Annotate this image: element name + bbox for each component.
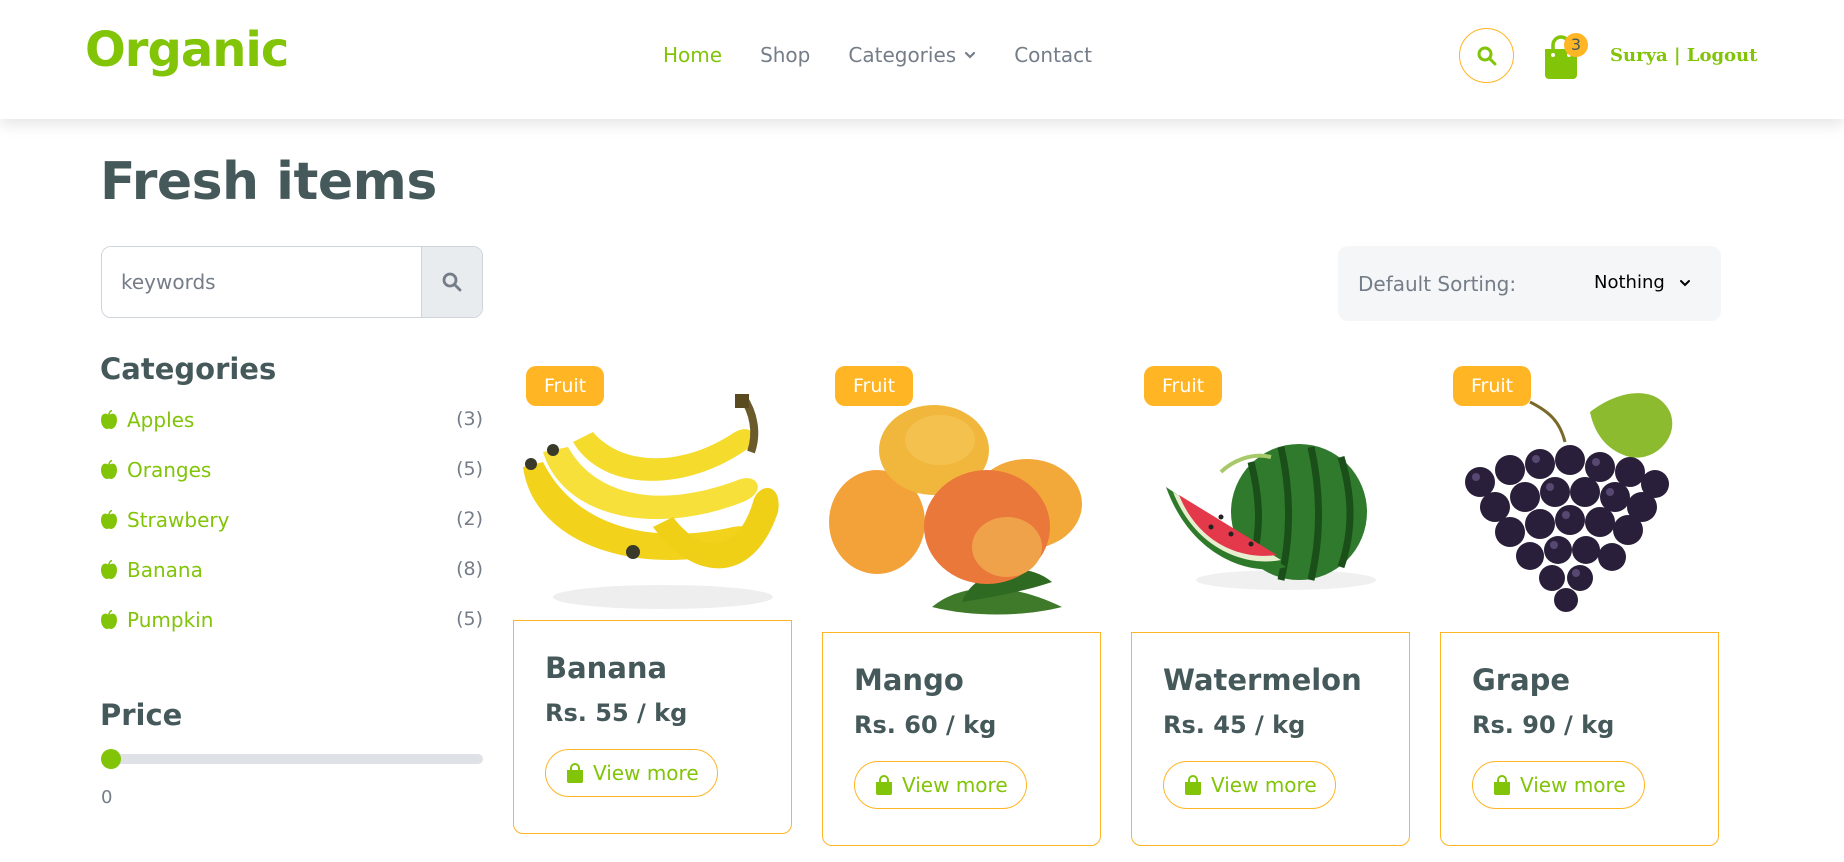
view-more-button[interactable]: View more xyxy=(1163,761,1336,809)
view-more-label: View more xyxy=(593,761,699,785)
product-card-body: Grape Rs. 90 / kg View more xyxy=(1440,632,1719,846)
product-name: Watermelon xyxy=(1163,663,1362,697)
chevron-down-icon xyxy=(965,51,976,59)
user-name-link[interactable]: Surya xyxy=(1610,45,1668,66)
product-card-body: Banana Rs. 55 / kg View more xyxy=(513,620,792,834)
category-link[interactable]: Banana xyxy=(100,558,203,582)
price-range-track[interactable] xyxy=(101,754,483,764)
category-label: Pumpkin xyxy=(127,608,214,632)
nav-link-home[interactable]: Home xyxy=(663,43,722,67)
search-icon xyxy=(1477,46,1496,65)
category-count: (2) xyxy=(456,508,483,530)
category-count: (5) xyxy=(456,608,483,630)
user-links: Surya | Logout xyxy=(1610,45,1757,66)
product-price: Rs. 45 / kg xyxy=(1163,711,1306,739)
page-title: Fresh items xyxy=(100,152,437,212)
category-count: (5) xyxy=(456,458,483,480)
shopping-bag-icon xyxy=(1494,775,1510,795)
category-link[interactable]: Strawbery xyxy=(100,508,229,532)
product-tag: Fruit xyxy=(835,366,914,406)
product-tag: Fruit xyxy=(1453,366,1532,406)
view-more-label: View more xyxy=(902,773,1008,797)
categories-heading: Categories xyxy=(100,352,277,386)
view-more-button[interactable]: View more xyxy=(854,761,1027,809)
category-link[interactable]: Apples xyxy=(100,408,194,432)
price-range-thumb[interactable] xyxy=(101,749,121,769)
price-heading: Price xyxy=(100,698,183,732)
product-card-body: Mango Rs. 60 / kg View more xyxy=(822,632,1101,846)
nav-link-contact[interactable]: Contact xyxy=(1014,43,1092,67)
category-item-pumpkin: Pumpkin (5) xyxy=(100,608,483,658)
product-name: Banana xyxy=(545,651,668,685)
category-label: Oranges xyxy=(127,458,212,482)
sort-label: Default Sorting: xyxy=(1358,271,1517,296)
view-more-label: View more xyxy=(1211,773,1317,797)
apple-icon xyxy=(101,510,117,529)
category-label: Apples xyxy=(127,408,195,432)
category-label: Strawbery xyxy=(127,508,230,532)
product-name: Grape xyxy=(1472,663,1571,697)
category-count: (8) xyxy=(456,558,483,580)
category-link[interactable]: Pumpkin xyxy=(100,608,213,632)
navbar: Organic Home Shop Categories Contact 3 S… xyxy=(0,0,1844,119)
cart-button[interactable]: 3 xyxy=(1542,32,1588,79)
sort-select[interactable]: Nothing xyxy=(1594,272,1691,293)
user-links-separator: | xyxy=(1667,45,1687,66)
nav-link-categories-label: Categories xyxy=(848,43,957,67)
nav-actions: 3 Surya | Logout xyxy=(1459,28,1757,83)
product-card-body: Watermelon Rs. 45 / kg View more xyxy=(1131,632,1410,846)
product-tag: Fruit xyxy=(1144,366,1223,406)
category-list: Apples (3) Oranges (5) Strawbery (2) Ban… xyxy=(100,408,483,658)
view-more-label: View more xyxy=(1520,773,1626,797)
shopping-bag-icon xyxy=(567,763,583,783)
category-item-apples: Apples (3) xyxy=(100,408,483,458)
view-more-button[interactable]: View more xyxy=(545,749,718,797)
product-name: Mango xyxy=(854,663,964,697)
search-submit-button[interactable] xyxy=(421,247,482,317)
apple-icon xyxy=(101,560,117,579)
category-link[interactable]: Oranges xyxy=(100,458,211,482)
keyword-search xyxy=(101,246,483,318)
apple-icon xyxy=(101,410,117,429)
product-tag: Fruit xyxy=(526,366,605,406)
search-icon xyxy=(442,272,462,292)
nav-link-categories[interactable]: Categories xyxy=(848,43,976,67)
category-item-oranges: Oranges (5) xyxy=(100,458,483,508)
sort-box: Default Sorting: Nothing xyxy=(1338,246,1721,321)
price-range-value: 0 xyxy=(101,787,113,808)
category-label: Banana xyxy=(127,558,203,582)
apple-icon xyxy=(101,460,117,479)
cart-count-badge: 3 xyxy=(1564,32,1588,57)
nav-link-shop[interactable]: Shop xyxy=(760,43,810,67)
category-count: (3) xyxy=(456,408,483,430)
shopping-bag-icon xyxy=(876,775,892,795)
search-toggle-button[interactable] xyxy=(1459,28,1514,83)
category-item-strawbery: Strawbery (2) xyxy=(100,508,483,558)
shopping-bag-icon xyxy=(1185,775,1201,795)
view-more-button[interactable]: View more xyxy=(1472,761,1645,809)
category-item-banana: Banana (8) xyxy=(100,558,483,608)
chevron-down-icon xyxy=(1679,279,1690,286)
brand-logo[interactable]: Organic xyxy=(85,22,289,78)
nav-links: Home Shop Categories Contact xyxy=(663,43,1092,67)
product-price: Rs. 55 / kg xyxy=(545,699,688,727)
sort-selected-value: Nothing xyxy=(1594,272,1665,293)
logout-link[interactable]: Logout xyxy=(1687,45,1758,66)
apple-icon xyxy=(101,610,117,629)
product-price: Rs. 90 / kg xyxy=(1472,711,1615,739)
product-price: Rs. 60 / kg xyxy=(854,711,997,739)
search-input[interactable] xyxy=(102,247,421,317)
